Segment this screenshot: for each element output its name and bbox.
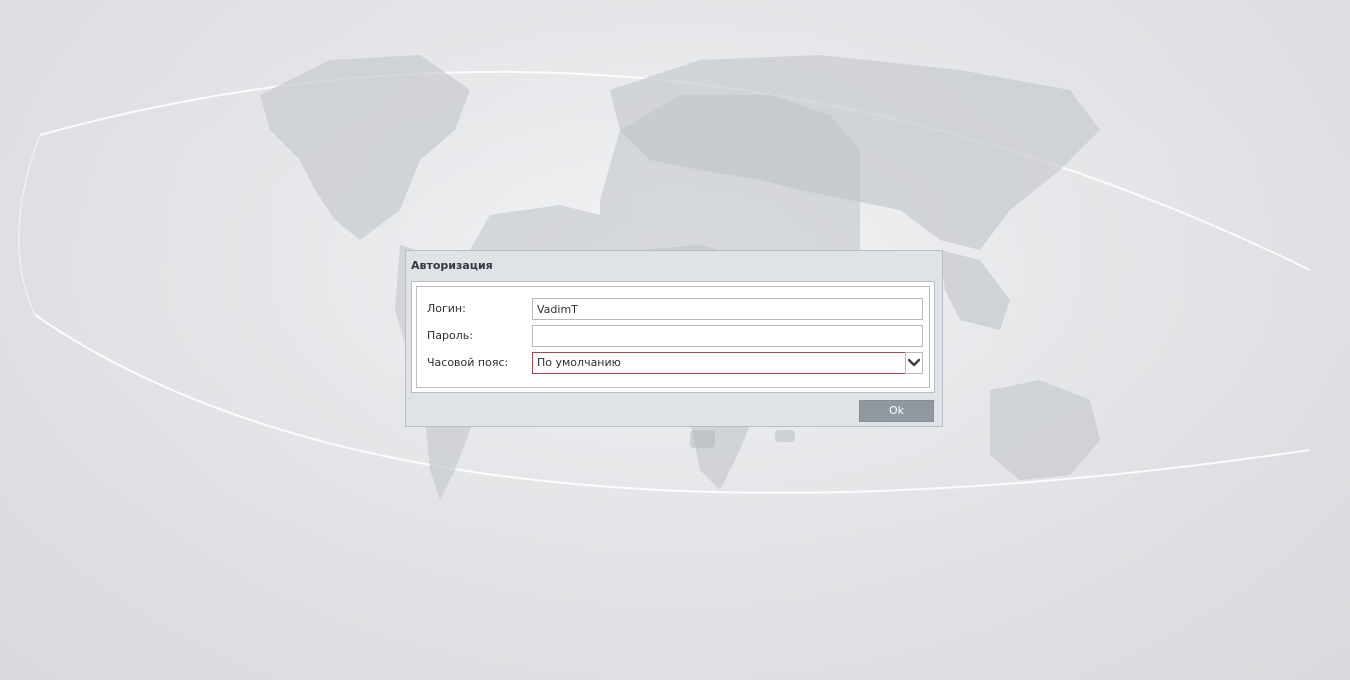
password-row: Пароль: — [427, 325, 923, 347]
form-fieldset: Логин: Пароль: Часовой пояс: По умолчани… — [416, 286, 930, 388]
login-row: Логин: — [427, 298, 923, 320]
timezone-select[interactable]: По умолчанию — [532, 352, 923, 374]
timezone-value[interactable]: По умолчанию — [532, 352, 906, 374]
password-label: Пароль: — [427, 329, 473, 342]
auth-dialog: Авторизация Логин: Пароль: Часовой пояс:… — [405, 250, 943, 427]
timezone-dropdown-button[interactable] — [905, 352, 923, 374]
dialog-title: Авторизация — [411, 259, 493, 272]
login-page: Авторизация Логин: Пароль: Часовой пояс:… — [0, 0, 1350, 680]
form-panel: Логин: Пароль: Часовой пояс: По умолчани… — [411, 281, 935, 393]
password-input[interactable] — [532, 325, 923, 347]
chevron-down-icon — [908, 358, 920, 367]
login-input[interactable] — [532, 298, 923, 320]
timezone-row: Часовой пояс: По умолчанию — [427, 352, 923, 374]
timezone-label: Часовой пояс: — [427, 356, 509, 369]
ok-button[interactable]: Ok — [859, 400, 934, 422]
login-label: Логин: — [427, 302, 466, 315]
